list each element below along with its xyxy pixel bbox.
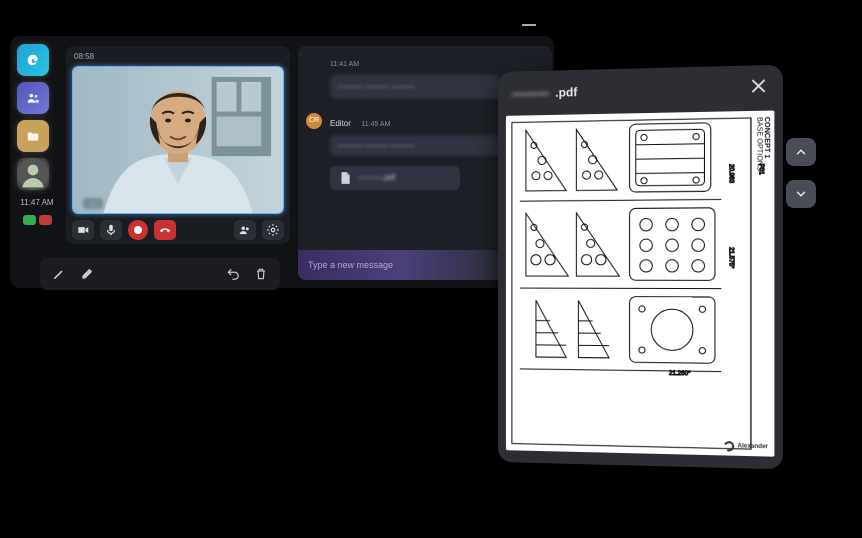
- annotation-toolbar: [40, 258, 280, 290]
- call-end-icon[interactable]: [39, 215, 52, 225]
- brand-logo-icon: [722, 440, 735, 453]
- remote-video-feed[interactable]: —: [72, 66, 284, 214]
- record-icon: [134, 226, 142, 234]
- pdf-close-button[interactable]: [749, 76, 768, 100]
- camera-icon: [76, 223, 90, 237]
- sidebar-app-contact[interactable]: [17, 158, 49, 190]
- participant-name-label: —: [83, 198, 103, 209]
- folder-icon: [26, 129, 40, 143]
- chat-timestamp: 11:45 AM: [361, 121, 390, 128]
- sidebar-app-edge[interactable]: [17, 44, 49, 76]
- call-controls: [72, 220, 176, 240]
- pdf-page[interactable]: 20.963 21.575°: [506, 110, 774, 456]
- page-up-button[interactable]: [786, 138, 816, 166]
- call-elapsed-time: 08:58: [74, 52, 94, 61]
- participants-button[interactable]: [234, 220, 256, 240]
- eraser-icon: [80, 267, 94, 281]
- drawing-concept-label: CONCEPT 1 BASE OPTIONS: [755, 117, 770, 171]
- eraser-tool-button[interactable]: [80, 267, 94, 281]
- chat-avatar: CR: [306, 113, 322, 129]
- minimize-button[interactable]: [522, 24, 536, 26]
- chevron-up-icon: [794, 145, 808, 159]
- call-active-icon[interactable]: [23, 215, 36, 225]
- people-icon: [238, 223, 252, 237]
- chevron-down-icon: [794, 187, 808, 201]
- chat-attachment-name: ———.pdf: [358, 173, 395, 182]
- teams-window: 11:47 AM 08:58: [10, 36, 554, 288]
- page-down-button[interactable]: [786, 180, 816, 208]
- chat-bubble: ——— ——— ———: [330, 75, 500, 99]
- drawing-brand: Alexander: [724, 441, 768, 452]
- call-settings-button[interactable]: [262, 220, 284, 240]
- pdf-filename-prefix: ———: [512, 86, 549, 101]
- technical-drawing: 20.963 21.575°: [506, 110, 774, 456]
- pdf-viewer-window[interactable]: ——— .pdf: [498, 65, 783, 470]
- undo-button[interactable]: [226, 267, 240, 281]
- hangup-button[interactable]: [154, 220, 176, 240]
- camera-toggle-button[interactable]: [72, 220, 94, 240]
- participant-portrait: [73, 67, 283, 214]
- file-icon: [338, 171, 352, 185]
- chat-timestamp: 11:41 AM: [330, 61, 359, 68]
- video-call-panel: 08:58: [66, 46, 290, 244]
- record-button[interactable]: [128, 220, 148, 240]
- delete-button[interactable]: [254, 267, 268, 281]
- people-icon: [26, 91, 40, 105]
- chat-bubble: ——— ——— ———: [330, 135, 500, 156]
- svg-text:21.575°: 21.575°: [728, 247, 734, 269]
- phone-down-icon: [158, 223, 172, 237]
- pdf-titlebar[interactable]: ——— .pdf: [498, 65, 783, 116]
- avatar-icon: [17, 158, 49, 190]
- trash-icon: [254, 267, 268, 281]
- sidebar-call-indicator: [17, 215, 57, 225]
- undo-icon: [226, 267, 240, 281]
- mic-toggle-button[interactable]: [100, 220, 122, 240]
- close-icon: [749, 76, 768, 95]
- pen-tool-button[interactable]: [52, 267, 66, 281]
- svg-text:20.963: 20.963: [728, 164, 734, 184]
- app-sidebar: 11:47 AM: [17, 44, 57, 225]
- pdf-filename-ext: .pdf: [555, 85, 577, 100]
- chat-sender-name: Editor: [330, 119, 351, 128]
- mic-icon: [104, 223, 118, 237]
- chat-attachment[interactable]: ———.pdf: [330, 166, 460, 190]
- gear-icon: [266, 223, 280, 237]
- svg-text:21.260°: 21.260°: [669, 371, 691, 377]
- pdf-title: ——— .pdf: [512, 85, 577, 101]
- sidebar-time: 11:47 AM: [17, 198, 57, 207]
- swirl-icon: [26, 53, 40, 67]
- call-secondary-controls: [234, 220, 284, 240]
- pen-icon: [52, 267, 66, 281]
- sidebar-app-teams[interactable]: [17, 82, 49, 114]
- pdf-page-nav: [786, 138, 816, 208]
- sidebar-app-files[interactable]: [17, 120, 49, 152]
